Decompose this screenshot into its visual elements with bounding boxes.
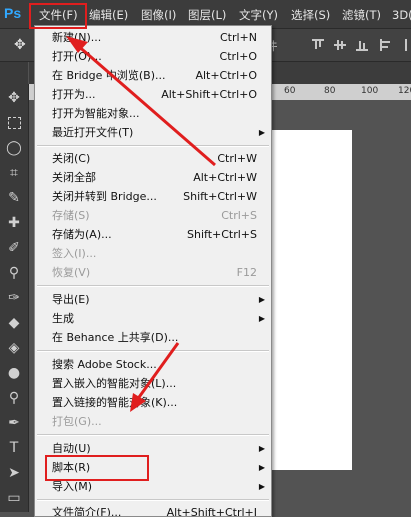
arrow-to-scripts bbox=[130, 342, 180, 412]
arrow-to-file-menu bbox=[66, 36, 216, 167]
annotation-arrows bbox=[66, 36, 216, 412]
